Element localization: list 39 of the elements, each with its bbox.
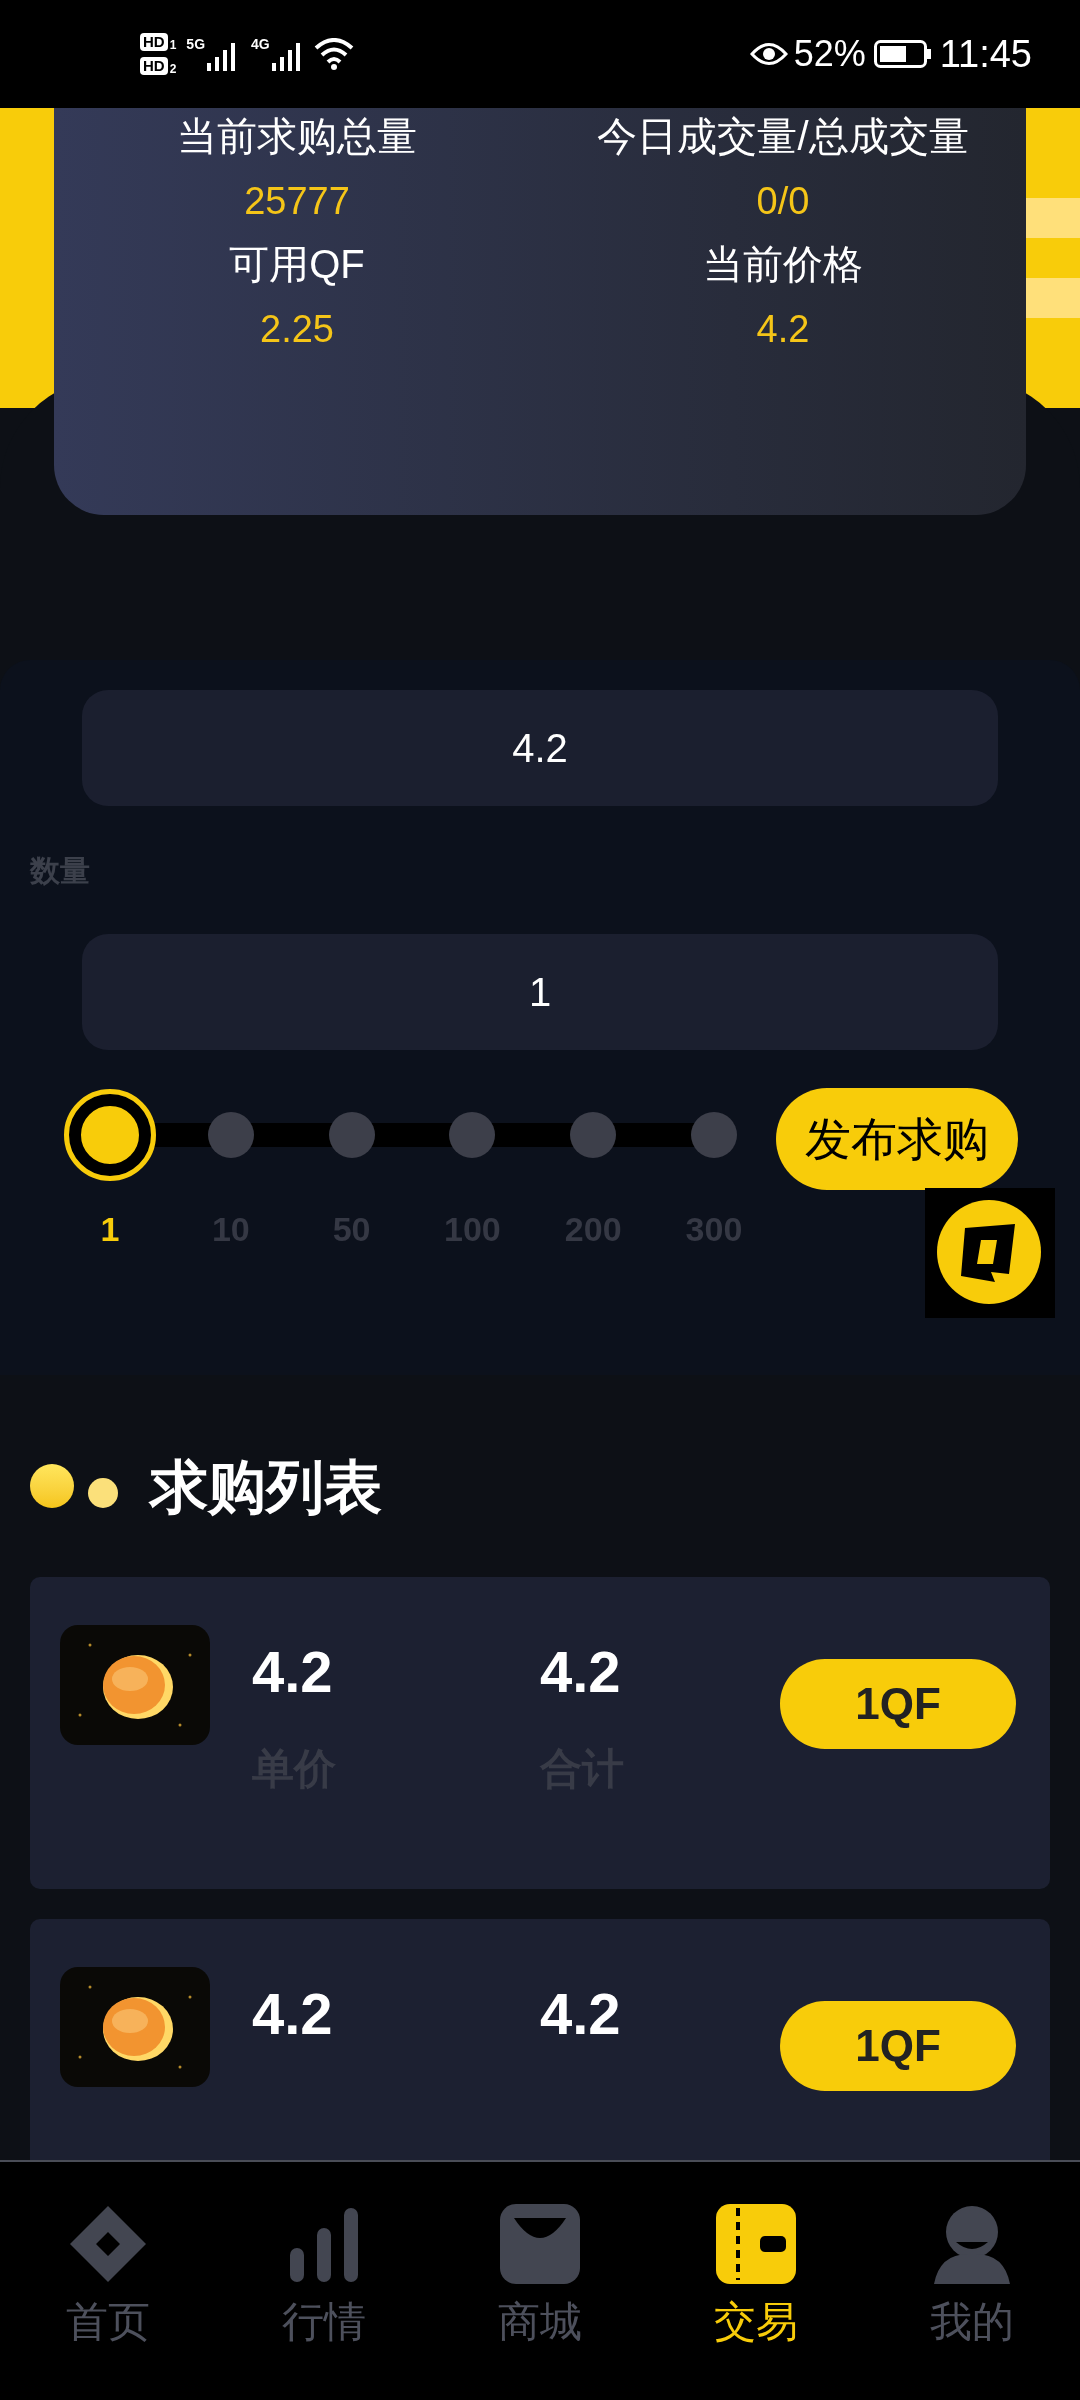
clock: 11:45 bbox=[939, 31, 1032, 77]
wallet-icon bbox=[714, 2202, 798, 2286]
stat-value: 0/0 bbox=[756, 179, 810, 224]
slider-stop[interactable] bbox=[449, 1112, 496, 1158]
stat-label: 今日成交量/总成交量 bbox=[597, 113, 969, 160]
hd-badge: HD bbox=[140, 57, 168, 75]
floating-logo-icon[interactable] bbox=[925, 1188, 1055, 1318]
stat-label: 当前价格 bbox=[703, 241, 863, 288]
stat-label: 可用QF bbox=[229, 241, 365, 288]
nav-tab[interactable]: 交易 bbox=[648, 2162, 864, 2360]
section-title: 求购列表 bbox=[150, 1452, 382, 1521]
price-field[interactable]: 4.2 bbox=[82, 690, 998, 806]
eye-icon bbox=[749, 41, 788, 67]
slider-stop[interactable] bbox=[570, 1112, 617, 1158]
quantity-field[interactable]: 1 bbox=[82, 934, 998, 1050]
slider-stop[interactable] bbox=[328, 1112, 375, 1158]
stop-label: 1 bbox=[100, 1209, 120, 1250]
network-type: 5G bbox=[186, 37, 206, 51]
stat-value: 25777 bbox=[244, 179, 350, 224]
total-price: 4.2 bbox=[540, 1638, 622, 1706]
wifi-icon bbox=[313, 38, 354, 70]
battery-percent: 52% bbox=[793, 32, 866, 76]
slider-stop[interactable] bbox=[691, 1112, 737, 1158]
publish-button[interactable]: 发布求购 bbox=[776, 1088, 1018, 1190]
network-type: 4G bbox=[251, 37, 270, 51]
unit-price: 4.2 bbox=[252, 1980, 334, 2048]
sim-slot: 1 bbox=[169, 39, 177, 51]
bag-icon bbox=[498, 2202, 582, 2286]
slider-stop[interactable] bbox=[207, 1112, 254, 1158]
buy-button[interactable]: 1QF bbox=[780, 1659, 1016, 1749]
hd-badge: HD bbox=[140, 33, 168, 51]
stat-value: 4.2 bbox=[756, 307, 810, 352]
sim-slot: 2 bbox=[169, 63, 177, 75]
stat-value: 2.25 bbox=[260, 307, 334, 352]
unit-price: 4.2 bbox=[252, 1638, 334, 1706]
buy-button[interactable]: 1QF bbox=[780, 2001, 1016, 2091]
total-price: 4.2 bbox=[540, 1980, 622, 2048]
stat-label: 当前求购总量 bbox=[177, 113, 417, 160]
battery-icon bbox=[873, 40, 932, 68]
